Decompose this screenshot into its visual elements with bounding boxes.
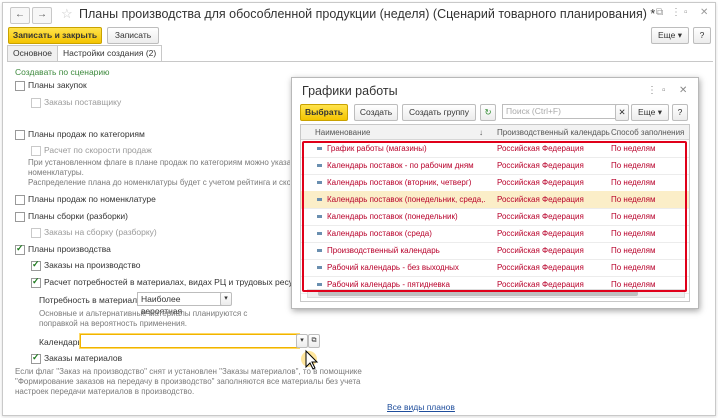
column-header-name[interactable]: Наименование	[315, 128, 370, 137]
table-header: Наименование ↓ Производственный календар…	[301, 125, 689, 140]
open-link-icon: ⧉	[311, 337, 317, 344]
production-orders-checkbox[interactable]	[31, 259, 41, 271]
refresh-icon: ↻	[484, 107, 492, 117]
plans-production-checkbox[interactable]	[15, 243, 25, 255]
all-plan-types-link[interactable]: Все виды планов	[387, 402, 455, 412]
plans-purchase-label: Планы закупок	[28, 80, 87, 90]
supplier-orders-checkbox	[31, 98, 41, 108]
material-need-dropdown-button[interactable]: ▾	[220, 292, 232, 306]
chevron-down-icon: ▾	[300, 337, 304, 344]
main-window: ← → ☆ Планы производства для обособленно…	[2, 2, 716, 416]
calendar-input[interactable]	[80, 334, 299, 348]
more-vertical-icon[interactable]: ⋮	[647, 85, 657, 96]
material-orders-label: Заказы материалов	[44, 353, 123, 363]
title-bar: ← → ☆ Планы производства для обособленно…	[3, 3, 715, 25]
dialog-more-button[interactable]: Еще ▾	[631, 104, 669, 121]
close-icon[interactable]: ✕	[700, 7, 708, 18]
material-need-label: Потребность в материалах:	[39, 295, 149, 305]
maximize-icon[interactable]: ▫	[684, 7, 688, 18]
calendar-open-button[interactable]: ⧉	[308, 334, 320, 348]
plans-sales-nomenclature-label: Планы продаж по номенклатуре	[28, 194, 156, 204]
save-and-close-button[interactable]: Записать и закрыть	[8, 27, 102, 44]
main-toolbar: Записать и закрыть Записать Еще ▾ ?	[3, 27, 715, 47]
highlight-frame	[302, 141, 687, 292]
assembly-orders-checkbox	[31, 228, 41, 238]
create-by-scenario-label: Создавать по сценарию	[15, 67, 110, 77]
create-group-button[interactable]: Создать группу	[402, 104, 476, 121]
search-input[interactable]: Поиск (Ctrl+F)	[502, 104, 617, 119]
refresh-button[interactable]: ↻	[480, 104, 496, 121]
plans-sales-nomenclature-checkbox[interactable]	[15, 195, 25, 205]
chevron-down-icon: ▾	[224, 295, 228, 302]
link-icon[interactable]: ⧉	[656, 7, 663, 18]
material-hint: Основные и альтернативные материалы план…	[39, 309, 248, 328]
tab-creation-settings[interactable]: Настройки создания (2)	[57, 45, 163, 62]
search-clear-button[interactable]: ✕	[615, 104, 629, 121]
calc-sales-speed-label: Расчет по скорости продаж	[44, 145, 152, 155]
plans-assembly-label: Планы сборки (разборки)	[28, 211, 128, 221]
material-need-select[interactable]: Наиболее вероятная	[137, 292, 222, 316]
close-icon[interactable]: ✕	[679, 85, 687, 96]
material-orders-checkbox[interactable]	[31, 352, 41, 364]
more-vertical-icon[interactable]: ⋮	[671, 7, 681, 18]
supplier-orders-label: Заказы поставщику	[44, 97, 122, 107]
forward-button[interactable]: →	[32, 7, 52, 24]
column-header-calendar[interactable]: Производственный календарь	[497, 128, 610, 137]
more-label: Еще	[658, 30, 676, 40]
save-button[interactable]: Записать	[107, 27, 159, 44]
dialog-title: Графики работы	[302, 84, 398, 98]
plans-sales-category-checkbox[interactable]	[15, 130, 25, 140]
calc-needs-label: Расчет потребностей в материалах, видах …	[44, 277, 311, 287]
calendar-dropdown-button[interactable]: ▾	[296, 334, 308, 348]
column-header-fill-method[interactable]: Способ заполнения	[611, 128, 684, 137]
plans-sales-category-label: Планы продаж по категориям	[28, 129, 145, 139]
search-placeholder: Поиск (Ctrl+F)	[506, 106, 561, 116]
create-button[interactable]: Создать	[354, 104, 398, 121]
back-button[interactable]: ←	[10, 7, 30, 24]
back-arrow-icon: ←	[15, 9, 25, 20]
favorite-star-icon[interactable]: ☆	[61, 6, 73, 22]
maximize-icon[interactable]: ▫	[662, 85, 666, 96]
sort-icon: ↓	[479, 128, 483, 137]
plans-assembly-checkbox[interactable]	[15, 212, 25, 222]
assembly-orders-label: Заказы на сборку (разборку)	[44, 227, 157, 237]
select-button[interactable]: Выбрать	[300, 104, 348, 121]
calc-sales-speed-checkbox	[31, 146, 41, 156]
forward-arrow-icon: →	[37, 9, 47, 20]
close-icon: ✕	[618, 107, 626, 117]
dialog-help-button[interactable]: ?	[672, 104, 688, 121]
tab-divider	[7, 61, 713, 62]
mouse-cursor-icon	[301, 349, 319, 370]
window-title: Планы производства для обособленной прод…	[79, 7, 656, 21]
production-orders-label: Заказы на производство	[44, 260, 141, 270]
plans-purchase-checkbox[interactable]	[15, 81, 25, 91]
category-hint: При установленном флаге в плане продаж п…	[28, 158, 290, 187]
more-label: Еще	[638, 107, 656, 117]
help-button[interactable]: ?	[693, 27, 711, 44]
calc-needs-checkbox[interactable]	[31, 276, 41, 288]
work-schedules-dialog: Графики работы ⋮ ▫ ✕ Выбрать Создать Соз…	[291, 77, 699, 309]
more-menu-button[interactable]: Еще ▾	[651, 27, 689, 44]
tab-main[interactable]: Основное	[7, 45, 58, 61]
calendar-label: Календарь:	[39, 337, 85, 347]
plans-production-label: Планы производства	[28, 244, 111, 254]
